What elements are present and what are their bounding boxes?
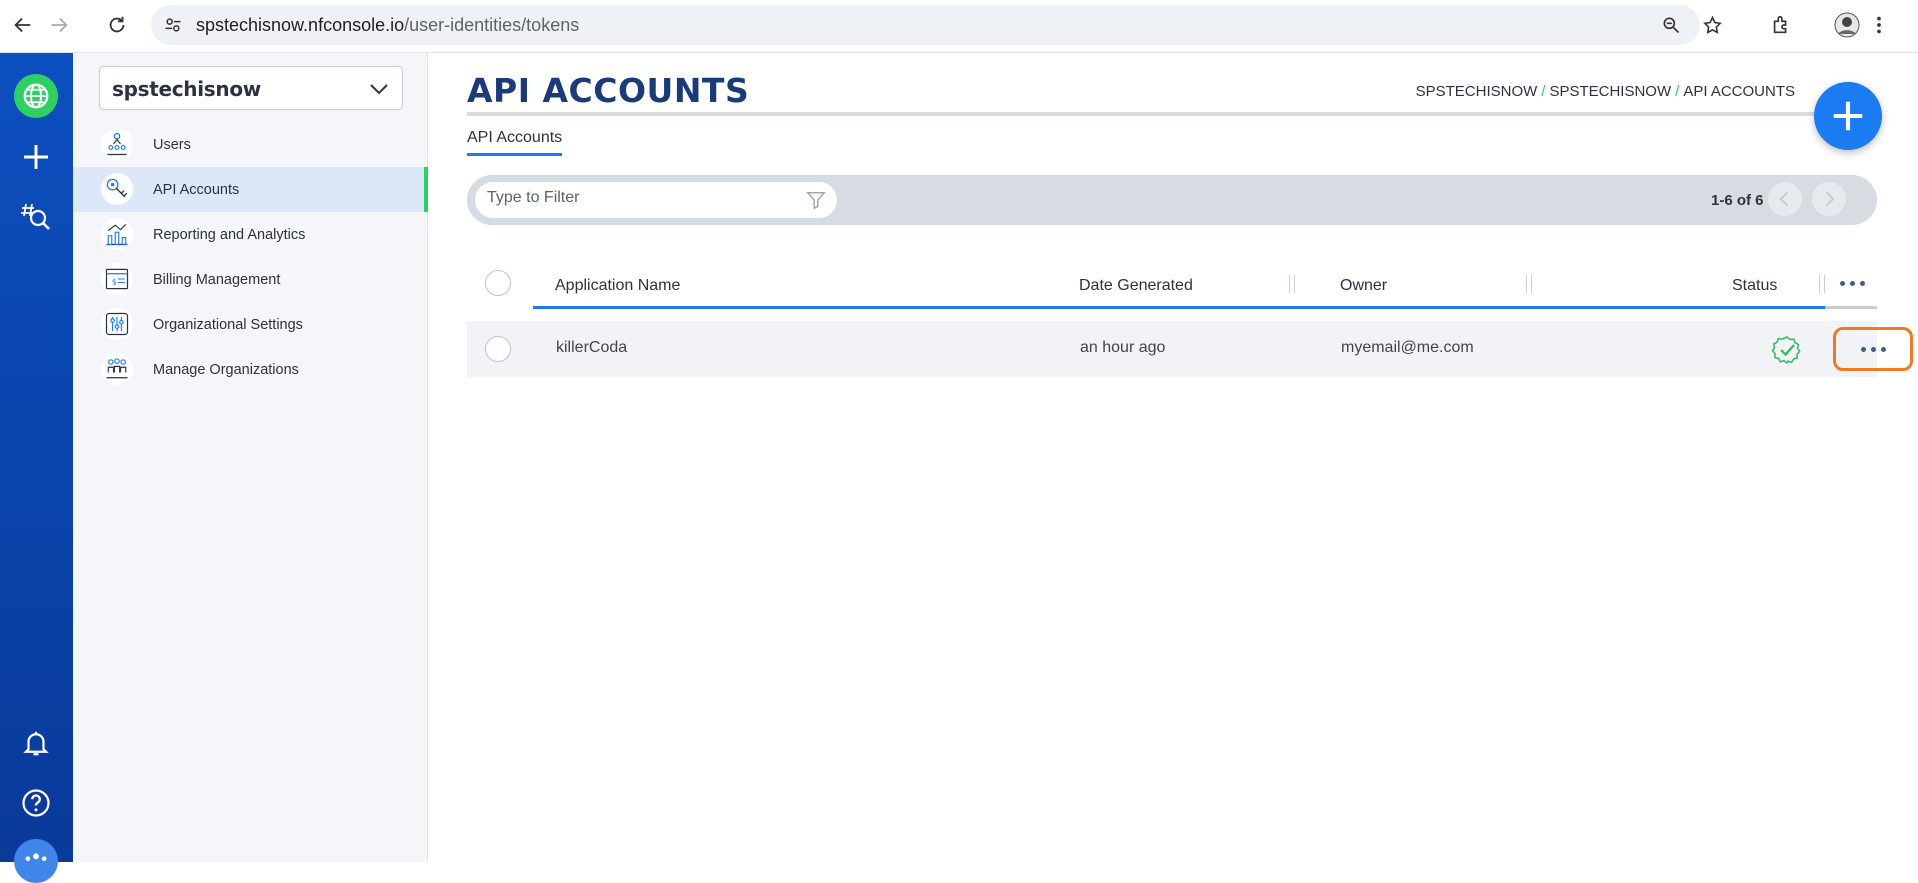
page-title: API ACCOUNTS (467, 71, 750, 110)
organization-name: spstechisnow (112, 77, 261, 101)
api-keys-icon (101, 173, 133, 205)
url-text: spstechisnow.nfconsole.io/user-identitie… (196, 15, 580, 35)
status-active-check-icon (1772, 336, 1801, 365)
header-underline (533, 306, 1825, 309)
cell-owner: myemail@me.com (1341, 339, 1474, 356)
analytics-icon (101, 218, 133, 250)
column-resize-handle[interactable] (1289, 275, 1295, 293)
sidebar-item-label: Organizational Settings (153, 316, 303, 333)
sidebar: spstechisnow Users API Accounts Reportin… (73, 53, 428, 862)
address-bar[interactable]: spstechisnow.nfconsole.io/user-identitie… (151, 5, 1722, 45)
column-header-date-generated[interactable]: Date Generated (1079, 277, 1193, 295)
sidebar-item-api-accounts[interactable]: API Accounts (73, 167, 428, 212)
reload-button[interactable] (102, 10, 132, 40)
sidebar-item-label: Manage Organizations (153, 361, 299, 378)
back-button[interactable] (8, 10, 38, 40)
app-rail (0, 53, 73, 883)
svg-text:$: $ (112, 277, 117, 286)
filter-bar: 1-6 of 6 (467, 175, 1877, 225)
column-options-button[interactable] (1827, 273, 1877, 293)
main-content: API ACCOUNTS SPSTECHISNOW / SPSTECHISNOW / A… (428, 53, 1918, 862)
sidebar-item-org-settings[interactable]: Organizational Settings (73, 302, 428, 347)
breadcrumb: SPSTECHISNOW / SPSTECHISNOW / API ACCOUNTS (1415, 83, 1795, 100)
column-header-owner[interactable]: Owner (1340, 277, 1387, 295)
add-api-account-button[interactable] (1814, 82, 1882, 150)
hashtag-search-icon[interactable] (14, 194, 58, 238)
site-settings-icon[interactable] (161, 13, 185, 37)
more-options-icon (1860, 346, 1886, 352)
billing-icon: $ (101, 263, 133, 295)
extensions-icon[interactable] (1768, 12, 1794, 38)
cell-date-generated: an hour ago (1080, 339, 1166, 356)
breadcrumb-item[interactable]: SPSTECHISNOW (1416, 83, 1538, 100)
browser-toolbar: spstechisnow.nfconsole.io/user-identitie… (0, 0, 1918, 53)
title-divider (467, 112, 1822, 116)
chevron-right-icon (1825, 191, 1835, 207)
chevron-down-icon (370, 84, 388, 95)
header-underline (1825, 306, 1877, 309)
back-arrow-icon (14, 17, 31, 33)
sidebar-item-label: Billing Management (153, 271, 281, 288)
table-header: Application Name Date Generated Owner St… (467, 263, 1877, 309)
pagination-count: 1-6 of 6 (1711, 192, 1764, 209)
column-header-status[interactable]: Status (1732, 277, 1777, 295)
settings-sliders-icon (101, 308, 133, 340)
plus-icon (1833, 101, 1863, 131)
reload-icon (109, 16, 125, 33)
row-actions-button[interactable] (1833, 327, 1913, 371)
profile-avatar-icon[interactable] (1834, 12, 1860, 38)
people-icon[interactable] (14, 839, 58, 883)
breadcrumb-item[interactable]: SPSTECHISNOW (1549, 83, 1671, 100)
next-page-button[interactable] (1812, 182, 1846, 216)
zoom-icon[interactable] (1659, 13, 1683, 37)
organization-select[interactable]: spstechisnow (99, 66, 403, 110)
bookmark-star-icon[interactable] (1700, 13, 1724, 37)
forward-arrow-icon (51, 17, 68, 33)
column-resize-handle[interactable] (1526, 275, 1532, 293)
help-icon[interactable] (14, 781, 58, 825)
filter-input[interactable] (487, 189, 787, 207)
sidebar-item-users[interactable]: Users (73, 122, 428, 167)
sidebar-item-label: Users (153, 136, 191, 153)
plus-icon[interactable] (14, 135, 58, 179)
globe-icon[interactable] (14, 74, 58, 118)
column-header-application-name[interactable]: Application Name (555, 277, 680, 295)
users-icon (101, 128, 133, 160)
organizations-icon (101, 353, 133, 385)
sidebar-item-manage-orgs[interactable]: Manage Organizations (73, 347, 428, 392)
breadcrumb-item: API ACCOUNTS (1683, 83, 1795, 100)
sidebar-item-reporting[interactable]: Reporting and Analytics (73, 212, 428, 257)
sidebar-item-label: API Accounts (153, 181, 240, 198)
select-all-checkbox[interactable] (485, 270, 511, 296)
tab-api-accounts[interactable]: API Accounts (467, 129, 563, 156)
column-resize-handle[interactable] (1819, 275, 1825, 293)
forward-button[interactable] (44, 10, 74, 40)
bell-icon[interactable] (14, 721, 58, 765)
chevron-left-icon (1779, 191, 1789, 207)
sidebar-menu: Users API Accounts Reporting and Analyti… (73, 122, 428, 392)
browser-menu-icon[interactable] (1866, 12, 1892, 38)
sidebar-item-billing[interactable]: $ Billing Management (73, 257, 428, 302)
filter-funnel-icon (806, 191, 826, 210)
sidebar-item-label: Reporting and Analytics (153, 226, 306, 243)
previous-page-button[interactable] (1768, 182, 1802, 216)
table-row[interactable]: killerCoda an hour ago myemail@me.com (467, 321, 1913, 377)
filter-field[interactable] (475, 182, 837, 218)
cell-application-name: killerCoda (556, 339, 628, 356)
row-select-checkbox[interactable] (485, 336, 511, 362)
